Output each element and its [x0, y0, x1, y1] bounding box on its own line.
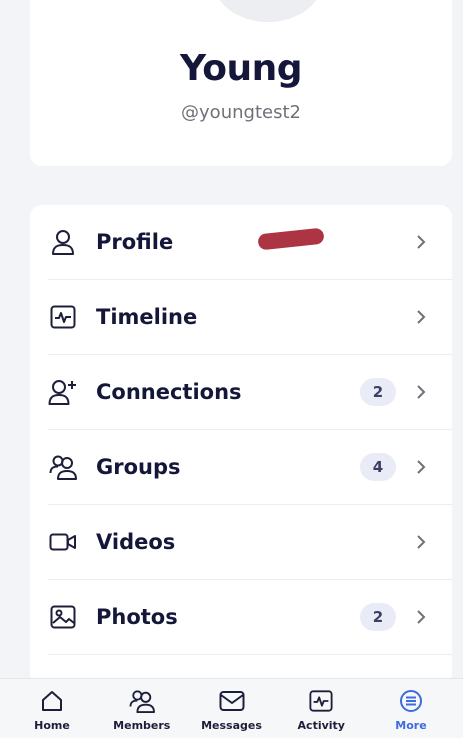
- chevron-right-icon: [412, 305, 430, 329]
- tab-label: Members: [113, 719, 171, 732]
- envelope-icon: [218, 687, 246, 715]
- chevron-right-icon: [412, 230, 430, 254]
- menu-item-connections[interactable]: Connections 2: [48, 355, 452, 430]
- tab-label: Messages: [201, 719, 262, 732]
- user-plus-icon: [48, 377, 78, 407]
- menu-item-videos[interactable]: Videos: [48, 505, 452, 580]
- profile-card: Young @youngtest2: [30, 0, 452, 166]
- menu-item-groups[interactable]: Groups 4: [48, 430, 452, 505]
- chevron-right-icon: [412, 380, 430, 404]
- menu-item-photos[interactable]: Photos 2: [48, 580, 452, 655]
- chevron-right-icon: [412, 530, 430, 554]
- menu-item-label: Groups: [96, 455, 181, 479]
- menu-item-profile[interactable]: Profile: [48, 205, 452, 280]
- tab-label: Home: [34, 719, 70, 732]
- menu-item-timeline[interactable]: Timeline: [48, 280, 452, 355]
- menu-card: Profile Timeline Connections 2 Groups 4 …: [30, 205, 452, 685]
- group-icon: [48, 452, 78, 482]
- home-icon: [38, 687, 66, 715]
- menu-item-label: Profile: [96, 230, 174, 254]
- avatar[interactable]: [213, 0, 323, 22]
- menu-item-label: Connections: [96, 380, 242, 404]
- video-icon: [48, 527, 78, 557]
- username: @youngtest2: [181, 102, 301, 123]
- photo-icon: [48, 602, 78, 632]
- menu-item-label: Videos: [96, 530, 176, 554]
- tab-label: More: [395, 719, 427, 732]
- tab-label: Activity: [297, 719, 345, 732]
- menu-item-label: Photos: [96, 605, 178, 629]
- activity-icon: [48, 302, 78, 332]
- user-icon: [48, 227, 78, 257]
- chevron-right-icon: [412, 605, 430, 629]
- tab-more[interactable]: More: [371, 679, 451, 738]
- members-icon: [128, 687, 156, 715]
- tab-messages[interactable]: Messages: [192, 679, 272, 738]
- more-icon: [397, 687, 425, 715]
- count-badge: 2: [360, 378, 396, 406]
- tab-home[interactable]: Home: [12, 679, 92, 738]
- tab-members[interactable]: Members: [102, 679, 182, 738]
- display-name: Young: [179, 48, 303, 89]
- activity-icon: [307, 687, 335, 715]
- bottom-tab-bar: Home Members Messages Activity More: [0, 678, 463, 738]
- tab-activity[interactable]: Activity: [281, 679, 361, 738]
- chevron-right-icon: [412, 455, 430, 479]
- count-badge: 4: [360, 453, 396, 481]
- count-badge: 2: [360, 603, 396, 631]
- menu-item-label: Timeline: [96, 305, 198, 329]
